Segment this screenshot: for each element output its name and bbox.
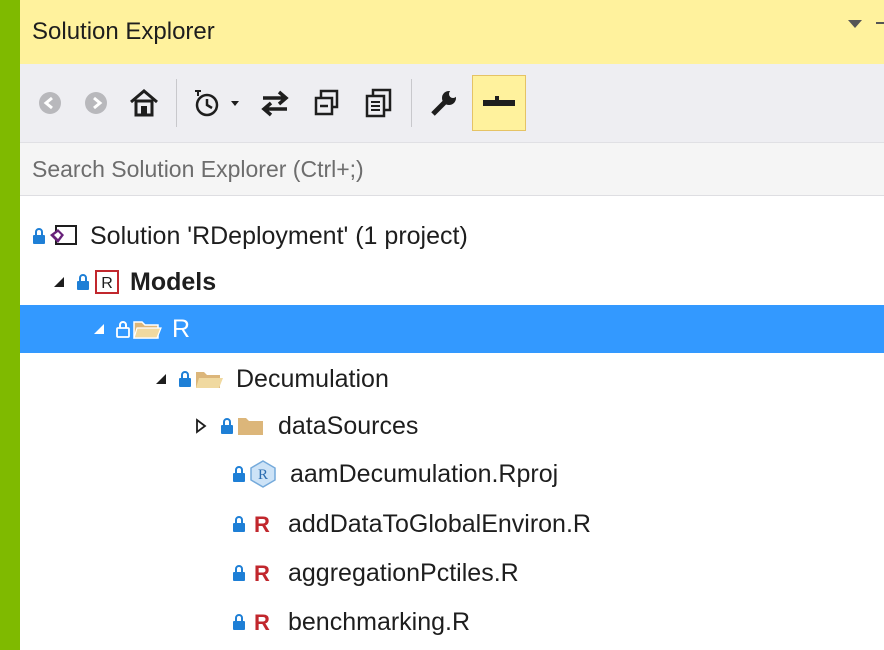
project-label: Models xyxy=(130,267,217,296)
search-input[interactable] xyxy=(20,154,874,184)
show-all-files-icon xyxy=(365,88,392,118)
svg-text:R: R xyxy=(254,512,270,537)
collapse-all-icon xyxy=(314,89,339,116)
show-all-files-button[interactable] xyxy=(359,76,399,130)
lock-icon xyxy=(233,614,245,630)
panel-title: Solution Explorer xyxy=(32,18,215,45)
pending-changes-filter-button[interactable] xyxy=(189,76,249,130)
collapse-all-button[interactable] xyxy=(307,76,347,130)
svg-text:R: R xyxy=(258,467,268,483)
search-bar xyxy=(20,142,884,196)
forward-icon xyxy=(85,92,107,114)
r-file-icon: R xyxy=(254,561,270,586)
back-button[interactable] xyxy=(32,76,68,130)
toolbar xyxy=(20,64,884,142)
r-project-icon: R xyxy=(95,270,119,294)
r-file-icon: R xyxy=(254,512,270,537)
tree-item-folder-decumulation[interactable]: Decumulation xyxy=(20,355,884,403)
file-label: aggregationPctiles.R xyxy=(288,558,519,587)
auto-hide-pin-icon[interactable] xyxy=(876,22,884,24)
lock-icon xyxy=(179,371,191,387)
lock-icon xyxy=(221,418,233,434)
folder-datasources-label: dataSources xyxy=(278,411,419,440)
solution-icon xyxy=(50,225,77,245)
folder-r-label: R xyxy=(172,314,191,343)
sync-with-active-document-button[interactable] xyxy=(255,76,295,130)
properties-button[interactable] xyxy=(424,76,464,130)
tree-item-folder-r[interactable]: R xyxy=(20,305,884,353)
folder-icon xyxy=(238,418,263,435)
tree-item-file-r[interactable]: R aggregationPctiles.R xyxy=(20,549,884,597)
svg-text:R: R xyxy=(254,610,270,635)
title-bar: Solution Explorer xyxy=(20,0,884,64)
collapsed-arrow-icon[interactable] xyxy=(192,417,210,435)
expanded-arrow-icon[interactable] xyxy=(90,320,108,338)
rproj-icon: R xyxy=(250,460,276,488)
tree-item-project-models[interactable]: R Models xyxy=(20,258,884,306)
tree-item-solution[interactable]: Solution 'RDeployment' (1 project) xyxy=(20,212,884,260)
tree-item-file-r[interactable]: R addDataToGlobalEnviron.R xyxy=(20,500,884,548)
folder-open-icon xyxy=(196,372,223,388)
file-rproj-label: aamDecumulation.Rproj xyxy=(290,459,559,488)
lock-icon xyxy=(33,228,45,244)
tree-item-file-r[interactable]: R benchmarking.R xyxy=(20,598,884,646)
tree-item-file-rproj[interactable]: R aamDecumulation.Rproj xyxy=(20,450,884,498)
lock-icon xyxy=(233,466,245,482)
preview-selected-items-icon xyxy=(483,96,515,106)
r-file-icon: R xyxy=(254,610,270,635)
forward-button[interactable] xyxy=(78,76,114,130)
expanded-arrow-icon[interactable] xyxy=(152,370,170,388)
svg-text:R: R xyxy=(254,561,270,586)
home-icon xyxy=(130,89,158,117)
lock-icon xyxy=(77,274,89,290)
solution-label: Solution 'RDeployment' (1 project) xyxy=(90,221,468,250)
folder-decumulation-label: Decumulation xyxy=(236,364,389,393)
properties-wrench-icon xyxy=(431,90,457,116)
file-label: addDataToGlobalEnviron.R xyxy=(288,509,591,538)
lock-icon xyxy=(116,321,130,338)
back-icon xyxy=(39,92,61,114)
lock-icon xyxy=(233,565,245,581)
file-label: benchmarking.R xyxy=(288,607,471,636)
toolbar-separator xyxy=(411,79,412,127)
preview-selected-items-button[interactable] xyxy=(472,75,526,131)
expanded-arrow-icon[interactable] xyxy=(50,273,68,291)
svg-text:R: R xyxy=(101,275,113,292)
solution-explorer-panel: Solution Explorer Search Solution Explor… xyxy=(20,0,884,650)
lock-icon xyxy=(233,516,245,532)
pending-changes-filter-icon xyxy=(195,90,239,117)
tree-item-folder-datasources[interactable]: dataSources xyxy=(20,402,884,450)
toolbar-separator xyxy=(176,79,177,127)
folder-open-icon xyxy=(133,321,162,339)
sync-with-active-document-icon xyxy=(261,90,289,117)
home-button[interactable] xyxy=(124,76,164,130)
window-position-dropdown-icon[interactable] xyxy=(848,20,862,28)
